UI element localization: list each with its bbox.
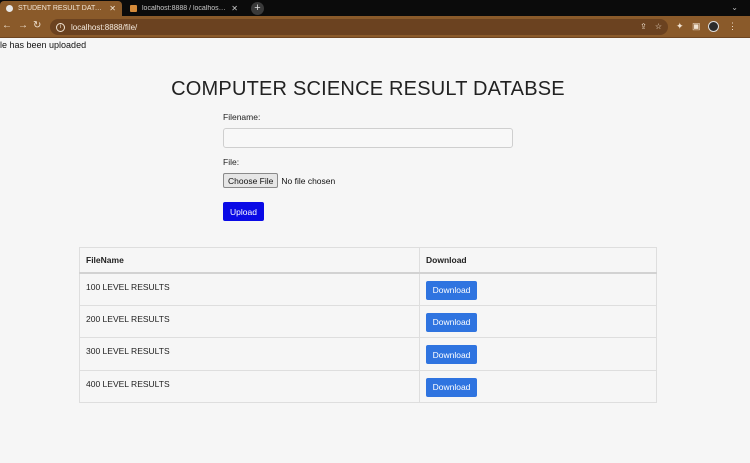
profile-avatar[interactable] — [708, 21, 719, 32]
site-info-icon[interactable]: i — [56, 22, 65, 32]
download-button[interactable]: Download — [426, 377, 477, 397]
upload-button[interactable]: Upload — [223, 202, 264, 221]
tab-title: STUDENT RESULT DATABASE — [18, 5, 105, 12]
file-label: File: — [223, 157, 240, 167]
browser-toolbar: ← → ↻ i localhost:8888/file/ ⇪ ☆ ✦ ▣ ⋮ — [0, 16, 750, 38]
bookmark-star-icon[interactable]: ☆ — [655, 22, 662, 31]
table-row: 100 LEVEL RESULTS Download — [79, 272, 657, 306]
back-arrow-icon[interactable]: ← — [2, 20, 12, 31]
table-row: 400 LEVEL RESULTS Download — [79, 369, 657, 403]
column-header-filename: FileName — [79, 247, 420, 274]
filename-cell: 100 LEVEL RESULTS — [79, 272, 420, 306]
url-text: localhost:8888/file/ — [71, 22, 138, 32]
column-header-download: Download — [419, 247, 657, 274]
table-row: 200 LEVEL RESULTS Download — [79, 304, 657, 338]
page-title: COMPUTER SCIENCE RESULT DATABSE — [171, 78, 565, 100]
tab-phpmyadmin[interactable]: localhost:8888 / localhost / p ✕ — [124, 1, 244, 16]
share-icon[interactable]: ⇪ — [640, 22, 647, 31]
choose-file-button[interactable]: Choose File — [223, 173, 279, 188]
globe-icon — [6, 5, 13, 12]
file-picker: Choose File No file chosen — [223, 173, 513, 188]
tab-title: localhost:8888 / localhost / p — [142, 5, 228, 12]
side-panel-icon[interactable]: ▣ — [692, 21, 701, 32]
address-bar[interactable]: i localhost:8888/file/ ⇪ ☆ — [50, 19, 668, 35]
close-tab-icon[interactable]: ✕ — [231, 4, 238, 13]
extensions-puzzle-icon[interactable]: ✦ — [676, 21, 684, 32]
tab-search-icon[interactable]: ⌄ — [731, 3, 738, 12]
filename-cell: 300 LEVEL RESULTS — [79, 337, 420, 371]
no-file-chosen-text: No file chosen — [281, 175, 336, 186]
filename-label: Filename: — [223, 112, 261, 122]
download-cell: Download — [419, 272, 657, 306]
upload-form: Filename: File: Choose File No file chos… — [223, 112, 513, 221]
browser-tab-bar: STUDENT RESULT DATABASE ✕ localhost:8888… — [0, 0, 750, 16]
filename-input[interactable] — [223, 128, 513, 148]
download-cell: Download — [419, 337, 657, 371]
close-tab-icon[interactable]: ✕ — [109, 4, 116, 13]
download-button[interactable]: Download — [426, 345, 477, 364]
reload-icon[interactable]: ↻ — [33, 20, 41, 31]
forward-arrow-icon[interactable]: → — [18, 20, 28, 31]
new-tab-button[interactable]: + — [251, 2, 264, 15]
menu-kebab-icon[interactable]: ⋮ — [728, 21, 737, 32]
download-button[interactable]: Download — [426, 312, 477, 332]
download-cell: Download — [419, 304, 657, 338]
download-button[interactable]: Download — [426, 280, 477, 300]
results-table: FileName Download 100 LEVEL RESULTS Down… — [79, 247, 657, 403]
filename-cell: 400 LEVEL RESULTS — [79, 369, 420, 403]
table-header-row: FileName Download — [79, 247, 657, 274]
table-row: 300 LEVEL RESULTS Download — [79, 337, 657, 371]
tab-student-result-database[interactable]: STUDENT RESULT DATABASE ✕ — [0, 1, 122, 16]
phpmyadmin-icon — [130, 5, 137, 12]
filename-cell: 200 LEVEL RESULTS — [79, 304, 420, 338]
download-cell: Download — [419, 369, 657, 403]
upload-status-message: le has been uploaded — [0, 40, 87, 50]
